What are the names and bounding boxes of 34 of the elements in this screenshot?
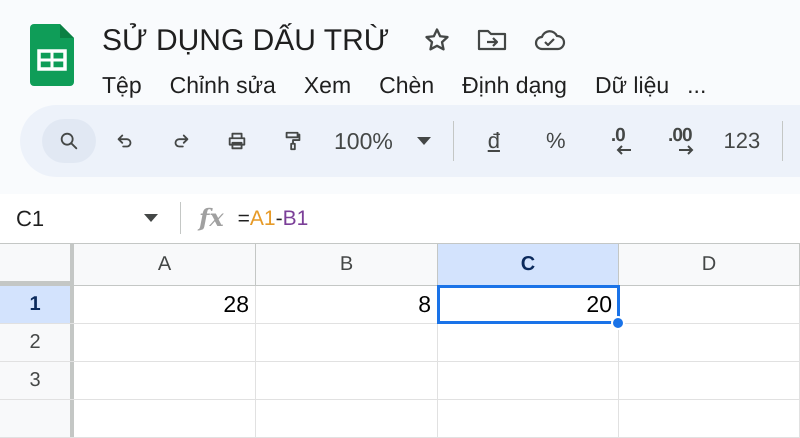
sheets-logo-icon[interactable] — [30, 24, 74, 86]
search-button[interactable] — [42, 118, 96, 163]
menu-item[interactable]: Tệp — [102, 68, 142, 102]
column-header[interactable]: D — [619, 244, 800, 285]
menu-item[interactable]: Chèn — [379, 68, 434, 102]
menu-item[interactable]: Chỉnh sửa — [170, 68, 276, 102]
menu-item[interactable]: Định dạng — [462, 68, 567, 102]
table-cell: 28 — [74, 286, 256, 323]
name-box[interactable]: C1 — [16, 202, 136, 235]
document-title[interactable]: SỬ DỤNG DẤU TRỪ — [102, 18, 390, 62]
caret-icon — [416, 136, 431, 145]
column-header[interactable]: C — [438, 244, 619, 285]
caret-icon[interactable] — [144, 214, 158, 222]
row-header[interactable]: 1 — [0, 286, 74, 323]
column-header[interactable]: A — [74, 244, 256, 285]
decrease-decimal-button[interactable]: .0 — [588, 118, 648, 163]
format-button[interactable]: đ — [464, 118, 524, 163]
menu-item[interactable]: Xem — [304, 68, 352, 102]
menu-item[interactable]: ... — [687, 68, 706, 102]
menu-item[interactable]: Dữ liệu — [594, 68, 670, 102]
move-folder-icon[interactable] — [477, 27, 508, 53]
cloud-check-icon[interactable] — [533, 28, 568, 52]
fx-label: fx — [199, 202, 224, 234]
increase-decimal-button[interactable]: .00 — [650, 118, 710, 163]
format-button[interactable]: 123 — [712, 118, 772, 163]
arrow-left-icon — [616, 145, 632, 156]
format-button[interactable]: % — [526, 118, 586, 163]
row-header[interactable]: 3 — [0, 362, 74, 399]
zoom-select[interactable]: 100% — [322, 118, 443, 163]
table-cell: 8 — [256, 286, 438, 323]
arrow-right-icon — [678, 145, 694, 156]
table-cell: 20 — [438, 286, 619, 323]
row-header[interactable]: 2 — [0, 324, 74, 361]
formula-field[interactable]: =A1-B1 — [238, 202, 308, 234]
